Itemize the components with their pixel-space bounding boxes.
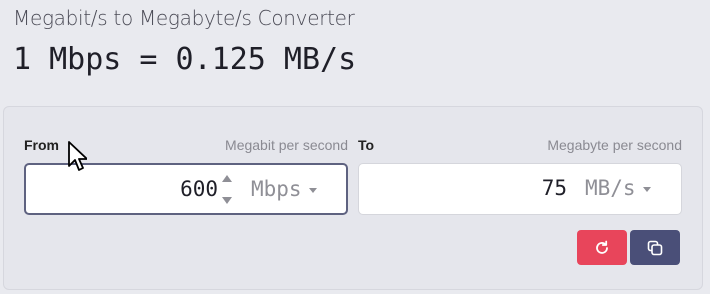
chevron-down-icon [308, 187, 317, 193]
to-output-box[interactable]: 75 MB/s [358, 163, 682, 215]
to-label: To [358, 137, 375, 153]
from-spinner[interactable] [221, 174, 233, 206]
chevron-down-icon [642, 186, 651, 192]
spin-down-icon[interactable] [222, 197, 232, 204]
reset-button[interactable] [577, 230, 627, 265]
page-title: Megabit/s to Megabyte/s Converter [13, 6, 355, 30]
to-unit-select[interactable]: MB/s [585, 176, 651, 200]
from-value-input[interactable]: 600 [180, 177, 218, 201]
mouse-cursor-icon [68, 141, 87, 171]
to-unit-caption: Megabyte per second [547, 137, 682, 153]
conversion-result: 1 Mbps = 0.125 MB/s [13, 42, 357, 77]
from-label: From [24, 137, 59, 153]
spin-up-icon[interactable] [222, 175, 232, 182]
from-unit-value: Mbps [251, 177, 302, 201]
from-unit-caption: Megabit per second [225, 137, 348, 153]
copy-button[interactable] [630, 230, 680, 265]
to-value-output[interactable]: 75 [542, 176, 567, 200]
refresh-icon [596, 240, 608, 254]
copy-icon [647, 240, 663, 255]
from-unit-select[interactable]: Mbps [251, 177, 317, 201]
to-unit-value: MB/s [585, 176, 636, 200]
